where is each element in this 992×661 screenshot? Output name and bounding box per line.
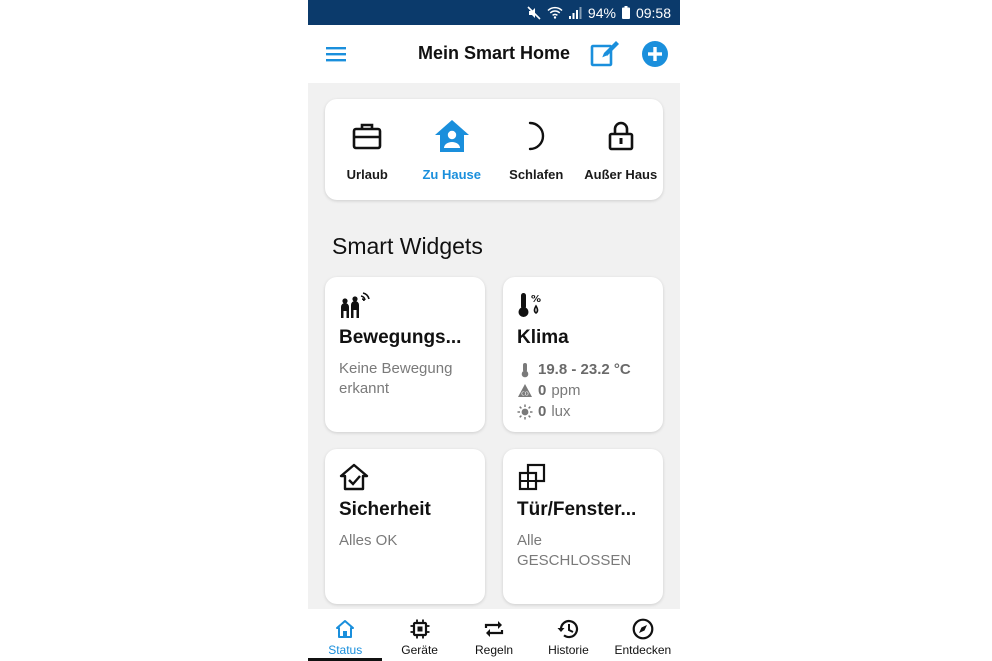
widget-doors-windows[interactable]: Tür/Fenster... Alle GESCHLOSSEN xyxy=(503,449,663,604)
nav-regeln[interactable]: Regeln xyxy=(457,609,531,661)
temperature-row: 19.8 - 23.2 °C xyxy=(517,359,657,380)
mode-selector: Urlaub Zu Hause Schlafen Außer Haus xyxy=(325,99,663,200)
nav-label: Status xyxy=(328,643,363,657)
widget-title: Bewegungs... xyxy=(339,327,462,348)
mode-label: Urlaub xyxy=(346,167,388,182)
briefcase-icon xyxy=(352,119,382,153)
home-person-icon xyxy=(434,119,470,153)
widgets-heading: Smart Widgets xyxy=(332,233,483,259)
nav-geraete[interactable]: Geräte xyxy=(382,609,456,661)
thermometer-humidity-icon: % xyxy=(517,291,545,324)
page-title: Mein Smart Home xyxy=(417,43,571,63)
widget-status: Alles OK xyxy=(339,532,398,549)
mode-urlaub[interactable]: Urlaub xyxy=(325,99,410,200)
app-bar: Mein Smart Home xyxy=(308,25,680,83)
edit-icon[interactable] xyxy=(590,40,620,68)
mode-label: Zu Hause xyxy=(422,167,481,182)
nav-entdecken[interactable]: Entdecken xyxy=(606,609,680,661)
nav-label: Regeln xyxy=(475,643,514,657)
mode-label: Außer Haus xyxy=(584,167,658,182)
widget-security[interactable]: Sicherheit Alles OK xyxy=(325,449,485,604)
widget-status: Keine Bewegung erkannt xyxy=(339,360,453,397)
co2-row: CO 0 ppm xyxy=(517,380,657,401)
mode-zu-hause[interactable]: Zu Hause xyxy=(410,99,495,200)
window-icon xyxy=(517,463,547,496)
widget-title: Tür/Fenster... xyxy=(517,499,637,520)
bottom-navigation: Status Geräte Regeln Historie Entdecken xyxy=(308,609,680,661)
chip-icon xyxy=(410,618,430,640)
compass-icon xyxy=(632,618,654,640)
widget-title: Sicherheit xyxy=(339,499,431,520)
light-row: 0 lux xyxy=(517,401,657,422)
mode-schlafen[interactable]: Schlafen xyxy=(494,99,579,200)
nav-historie[interactable]: Historie xyxy=(531,609,605,661)
co2-warning-icon: CO xyxy=(518,383,532,397)
nav-label: Historie xyxy=(548,643,589,657)
co2-value: 0 xyxy=(538,382,547,399)
repeat-icon xyxy=(483,618,505,640)
widget-title: Klima xyxy=(517,327,569,348)
sun-icon xyxy=(517,404,533,419)
widget-status: Alle GESCHLOSSEN xyxy=(517,532,632,569)
light-unit: lux xyxy=(551,403,571,420)
phone-screen: 94% 09:58 Mein Smart Home Urlaub Zu Haus… xyxy=(308,0,680,661)
battery-percent: 94% xyxy=(587,4,616,21)
signal-icon xyxy=(568,6,582,19)
widget-motion[interactable]: Bewegungs... Keine Bewegung erkannt xyxy=(325,277,485,432)
nav-status[interactable]: Status xyxy=(308,609,383,661)
history-icon xyxy=(557,618,579,640)
lock-icon xyxy=(608,119,634,153)
svg-text:CO: CO xyxy=(521,391,528,397)
house-check-icon xyxy=(339,463,369,496)
svg-text:%: % xyxy=(531,294,541,305)
battery-icon xyxy=(621,6,630,19)
home-icon xyxy=(335,618,355,640)
light-value: 0 xyxy=(538,403,547,420)
status-bar: 94% 09:58 xyxy=(308,0,680,25)
climate-values: 19.8 - 23.2 °C CO 0 ppm 0 lux xyxy=(517,359,657,422)
nav-label: Entdecken xyxy=(614,643,672,657)
wifi-icon xyxy=(547,6,563,19)
mute-icon xyxy=(527,5,541,20)
temperature-value: 19.8 - 23.2 °C xyxy=(538,361,631,378)
co2-unit: ppm xyxy=(551,382,581,399)
clock: 09:58 xyxy=(635,4,671,21)
motion-people-icon xyxy=(339,291,371,326)
mode-label: Schlafen xyxy=(509,167,564,182)
thermometer-icon xyxy=(521,362,529,377)
nav-label: Geräte xyxy=(401,643,438,657)
add-icon[interactable] xyxy=(642,41,668,67)
mode-ausser-haus[interactable]: Außer Haus xyxy=(579,99,664,200)
widget-climate[interactable]: % Klima 19.8 - 23.2 °C CO 0 ppm 0 lux xyxy=(503,277,663,432)
moon-icon xyxy=(524,119,548,153)
